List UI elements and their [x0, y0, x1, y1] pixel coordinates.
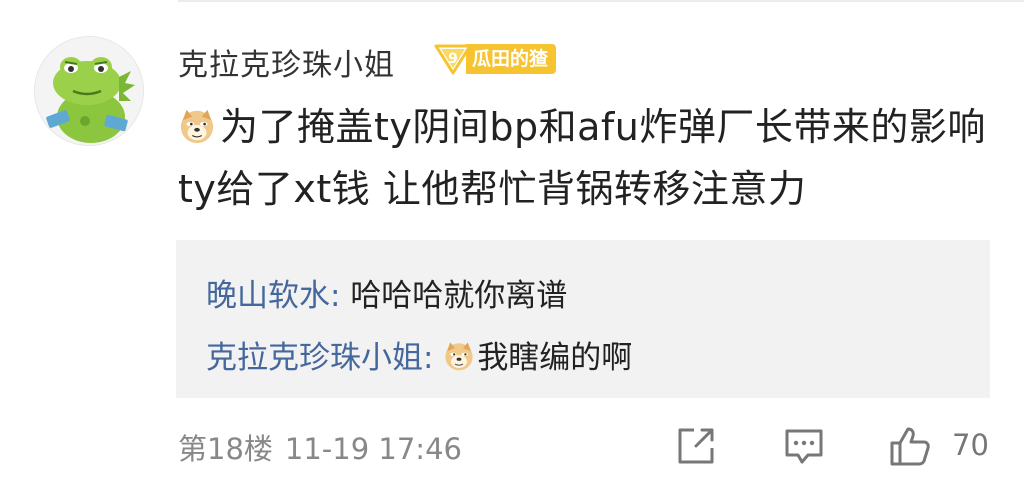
badge-label: 瓜田的猹 — [466, 44, 557, 74]
avatar[interactable] — [34, 36, 144, 146]
reply-username[interactable]: 晚山软水 — [206, 278, 330, 314]
comment-body: 为了掩盖ty阴间bp和afu炸弹厂长带来的影响 ty给了xt钱 让他帮忙背锅转移… — [178, 105, 986, 211]
frog-avatar-icon — [35, 37, 143, 145]
badge-level-number: 9 — [448, 51, 458, 67]
comment-text: 为了掩盖ty阴间bp和afu炸弹厂长带来的影响 ty给了xt钱 让他帮忙背锅转移… — [178, 96, 988, 220]
reply-preview-box[interactable]: 晚山软水: 哈哈哈就你离谱 克拉克珍珠小姐: 我瞎编的啊 — [176, 240, 990, 398]
comment-meta: 第18楼 11-19 17:46 — [178, 426, 462, 468]
like-count: 70 — [952, 428, 989, 462]
username[interactable]: 克拉克珍珠小姐 — [178, 40, 395, 84]
reply-username[interactable]: 克拉克珍珠小姐 — [206, 340, 423, 376]
reply-text: 哈哈哈就你离谱 — [350, 278, 568, 314]
reply-button[interactable] — [782, 424, 826, 468]
top-divider — [178, 0, 1024, 2]
reply-item[interactable]: 克拉克珍珠小姐: 我瞎编的啊 — [206, 332, 632, 377]
badge-level-icon: 9 — [432, 42, 474, 76]
like-button[interactable] — [888, 424, 932, 468]
reply-icon — [785, 429, 823, 464]
reply-separator: : — [330, 278, 341, 314]
reply-item[interactable]: 晚山软水: 哈哈哈就你离谱 — [206, 270, 567, 315]
share-button[interactable] — [674, 424, 718, 468]
doge-emoji-icon — [445, 342, 473, 371]
share-icon — [678, 428, 714, 464]
doge-emoji-icon — [180, 109, 214, 144]
fan-badge[interactable]: 9 瓜田的猹 — [432, 42, 557, 76]
floor-number: 第18楼 — [178, 432, 273, 466]
reply-separator: : — [423, 340, 434, 376]
like-icon — [890, 427, 930, 466]
reply-text: 我瞎编的啊 — [477, 340, 633, 376]
timestamp: 11-19 17:46 — [284, 432, 462, 466]
